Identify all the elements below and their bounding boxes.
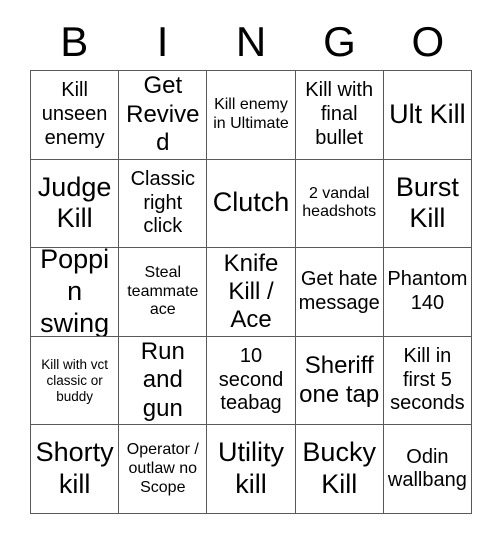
bingo-cell-label: Sheriff one tap bbox=[299, 352, 380, 408]
bingo-cell[interactable]: Bucky Kill bbox=[295, 425, 384, 514]
bingo-cell-label: Poppin swing bbox=[40, 248, 110, 337]
bingo-cell[interactable]: Run and gun bbox=[119, 336, 208, 426]
bingo-cell-label: Kill with final bullet bbox=[305, 79, 374, 149]
bingo-cell[interactable]: Kill unseen enemy bbox=[31, 71, 120, 160]
bingo-cell-label: Knife Kill / Ace bbox=[223, 249, 279, 334]
bingo-cell-label: Bucky Kill bbox=[302, 437, 376, 500]
bingo-cell-label: Judge Kill bbox=[37, 171, 112, 234]
bingo-cell[interactable]: Burst Kill bbox=[383, 159, 472, 249]
bingo-header-letter-i: I bbox=[156, 18, 169, 65]
bingo-cell[interactable]: Judge Kill bbox=[31, 159, 120, 249]
bingo-cell[interactable]: Clutch bbox=[207, 159, 296, 249]
bingo-header-row: B I N G O bbox=[30, 14, 472, 70]
bingo-cell[interactable]: Steal teammate ace bbox=[119, 248, 208, 337]
bingo-cell-label: Steal teammate ace bbox=[127, 263, 199, 319]
bingo-cell[interactable]: Kill in first 5 seconds bbox=[383, 336, 472, 426]
bingo-cell-label: Clutch bbox=[212, 187, 290, 218]
bingo-cell[interactable]: 2 vandal headshots bbox=[295, 159, 384, 249]
bingo-cell[interactable]: Get Revived bbox=[119, 71, 208, 160]
bingo-cell[interactable]: 10 second teabag bbox=[207, 336, 296, 426]
bingo-card: B I N G O Kill unseen enemy Get Revived … bbox=[0, 0, 500, 544]
bingo-header-letter-n: N bbox=[235, 18, 267, 65]
bingo-cell[interactable]: Odin wallbang bbox=[383, 425, 472, 514]
bingo-cell[interactable]: Kill with final bullet bbox=[295, 71, 384, 160]
bingo-cell-label: 2 vandal headshots bbox=[302, 184, 377, 221]
bingo-cell-label: Kill with vct classic or buddy bbox=[41, 356, 108, 404]
bingo-cell-label: Get hate message bbox=[298, 268, 380, 314]
bingo-cell-label: Kill enemy in Ultimate bbox=[213, 95, 289, 132]
bingo-cell[interactable]: Ult Kill bbox=[383, 71, 472, 160]
bingo-cell[interactable]: Get hate message bbox=[295, 248, 384, 337]
bingo-cell[interactable]: Phantom 140 bbox=[383, 248, 472, 337]
bingo-grid: Kill unseen enemy Get Revived Kill enemy… bbox=[30, 70, 472, 514]
bingo-cell-label: 10 second teabag bbox=[218, 345, 284, 415]
bingo-header-letter-b: B bbox=[60, 18, 89, 65]
bingo-header-letter-g: G bbox=[323, 18, 356, 65]
bingo-cell[interactable]: Sheriff one tap bbox=[295, 336, 384, 426]
bingo-cell[interactable]: Operator / outlaw no Scope bbox=[119, 425, 208, 514]
bingo-cell-label: Ult Kill bbox=[389, 98, 466, 129]
bingo-cell-label: Utility kill bbox=[217, 437, 284, 500]
bingo-cell-label: Odin wallbang bbox=[387, 445, 467, 492]
bingo-cell[interactable]: Classic right click bbox=[119, 159, 208, 249]
bingo-cell-label: Shorty kill bbox=[35, 437, 114, 500]
bingo-cell[interactable]: Kill enemy in Ultimate bbox=[207, 71, 296, 160]
bingo-cell-label: Get Revived bbox=[126, 72, 200, 156]
bingo-cell[interactable]: Poppin swing bbox=[31, 248, 120, 337]
bingo-cell-label: Kill unseen enemy bbox=[41, 79, 108, 149]
bingo-header-letter-o: O bbox=[411, 18, 445, 65]
bingo-cell[interactable]: Shorty kill bbox=[31, 425, 120, 514]
bingo-cell-label: Kill in first 5 seconds bbox=[390, 345, 465, 415]
bingo-cell[interactable]: Utility kill bbox=[207, 425, 296, 514]
bingo-cell-label: Run and gun bbox=[140, 338, 185, 422]
bingo-cell-label: Burst Kill bbox=[395, 171, 459, 234]
bingo-cell-label: Phantom 140 bbox=[387, 268, 468, 314]
bingo-cell-label: Operator / outlaw no Scope bbox=[126, 440, 199, 496]
bingo-cell-label: Classic right click bbox=[130, 168, 196, 238]
bingo-cell[interactable]: Kill with vct classic or buddy bbox=[31, 336, 120, 426]
bingo-cell[interactable]: Knife Kill / Ace bbox=[207, 248, 296, 337]
